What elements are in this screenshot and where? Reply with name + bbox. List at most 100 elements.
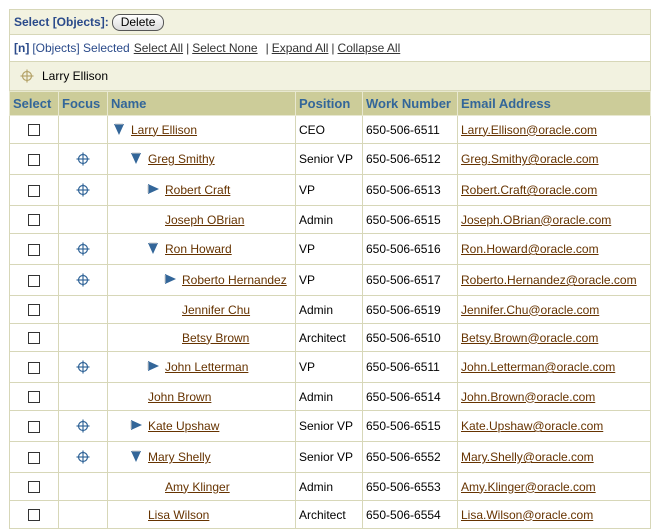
row-work-number-cell: 650-506-6513 <box>362 174 458 206</box>
employee-name-link[interactable]: Kate Upshaw <box>148 419 219 433</box>
email-link[interactable]: Mary.Shelly@oracle.com <box>461 450 594 464</box>
employee-name-link[interactable]: Mary Shelly <box>148 450 211 464</box>
row-select-checkbox[interactable] <box>28 451 40 464</box>
expand-all-link[interactable]: Expand All <box>272 41 329 55</box>
row-select-checkbox[interactable] <box>28 481 40 494</box>
email-link[interactable]: Lisa.Wilson@oracle.com <box>461 508 593 522</box>
row-focus-cell <box>58 174 108 206</box>
selected-text: [Objects] Selected <box>32 41 130 55</box>
row-work-number-cell: 650-506-6515 <box>362 410 458 442</box>
row-select-checkbox[interactable] <box>28 420 40 433</box>
employee-name-link[interactable]: Betsy Brown <box>182 331 249 345</box>
email-link[interactable]: John.Letterman@oracle.com <box>461 360 615 374</box>
employee-name-link[interactable]: Greg Smithy <box>148 152 215 166</box>
collapsed-twisty-icon[interactable] <box>147 360 161 374</box>
employee-name-link[interactable]: Amy Klinger <box>165 480 230 494</box>
row-select-checkbox[interactable] <box>28 153 40 166</box>
focus-crosshair-icon[interactable] <box>76 242 90 256</box>
expanded-twisty-icon[interactable] <box>147 242 161 256</box>
row-select-cell <box>9 174 59 206</box>
table-row: Joseph OBrian Admin 650-506-6515 Joseph.OBr… <box>9 205 651 234</box>
email-link[interactable]: Larry.Ellison@oracle.com <box>461 123 597 137</box>
email-link[interactable]: Kate.Upshaw@oracle.com <box>461 419 603 433</box>
focus-crosshair-icon[interactable] <box>76 183 90 197</box>
table-row: Amy Klinger Admin 650-506-6553 Amy.Klinger@… <box>9 472 651 501</box>
row-position-cell: VP <box>295 264 363 296</box>
table-row: Kate Upshaw Senior VP 650-506-6515 Kate.Ups… <box>9 410 651 442</box>
email-link[interactable]: Joseph.OBrian@oracle.com <box>461 213 611 227</box>
table-row: Larry Ellison CEO 650-506-6511 Larry.Elliso… <box>9 115 651 144</box>
employee-name-link[interactable]: Ron Howard <box>165 242 232 256</box>
row-select-cell <box>9 143 59 175</box>
row-select-cell <box>9 233 59 265</box>
row-focus-cell <box>58 323 108 352</box>
expanded-twisty-icon[interactable] <box>113 123 127 137</box>
separator: | <box>331 41 335 55</box>
email-link[interactable]: John.Brown@oracle.com <box>461 390 595 404</box>
employee-name-link[interactable]: Larry Ellison <box>131 123 197 137</box>
focus-crosshair-icon[interactable] <box>20 69 34 83</box>
focus-crosshair-icon[interactable] <box>76 152 90 166</box>
row-select-checkbox[interactable] <box>28 214 40 227</box>
email-link[interactable]: Ron.Howard@oracle.com <box>461 242 599 256</box>
row-select-checkbox[interactable] <box>28 184 40 197</box>
row-select-checkbox[interactable] <box>28 274 40 287</box>
employee-name-link[interactable]: Robert Craft <box>165 183 230 197</box>
row-work-number-cell: 650-506-6517 <box>362 264 458 296</box>
expanded-twisty-icon[interactable] <box>130 450 144 464</box>
row-position-cell: Senior VP <box>295 410 363 442</box>
row-position-cell: VP <box>295 351 363 383</box>
row-name-cell: John Brown <box>107 382 296 411</box>
row-name-cell: Kate Upshaw <box>107 410 296 442</box>
employee-name-link[interactable]: Joseph OBrian <box>165 213 244 227</box>
email-link[interactable]: Roberto.Hernandez@oracle.com <box>461 273 637 287</box>
focus-crosshair-icon[interactable] <box>76 419 90 433</box>
row-select-checkbox[interactable] <box>28 391 40 404</box>
row-focus-cell <box>58 264 108 296</box>
employee-name-link[interactable]: John Brown <box>148 390 211 404</box>
row-work-number-cell: 650-506-6515 <box>362 205 458 234</box>
employee-name-link[interactable]: Roberto Hernandez <box>182 273 287 287</box>
row-focus-cell <box>58 295 108 324</box>
row-email-cell: Joseph.OBrian@oracle.com <box>457 205 651 234</box>
collapsed-twisty-icon[interactable] <box>147 183 161 197</box>
row-select-checkbox[interactable] <box>28 332 40 345</box>
email-link[interactable]: Betsy.Brown@oracle.com <box>461 331 598 345</box>
collapse-all-link[interactable]: Collapse All <box>338 41 401 55</box>
select-all-link[interactable]: Select All <box>134 41 183 55</box>
collapsed-twisty-icon[interactable] <box>130 419 144 433</box>
row-select-checkbox[interactable] <box>28 361 40 374</box>
row-focus-cell <box>58 143 108 175</box>
email-link[interactable]: Jennifer.Chu@oracle.com <box>461 303 599 317</box>
email-link[interactable]: Robert.Craft@oracle.com <box>461 183 597 197</box>
expanded-twisty-icon[interactable] <box>130 152 144 166</box>
row-name-cell: Greg Smithy <box>107 143 296 175</box>
email-link[interactable]: Amy.Klinger@oracle.com <box>461 480 596 494</box>
row-email-cell: Mary.Shelly@oracle.com <box>457 441 651 473</box>
row-select-cell <box>9 264 59 296</box>
name-wrap: Mary Shelly <box>111 450 292 464</box>
focus-crosshair-icon[interactable] <box>76 450 90 464</box>
select-none-link[interactable]: Select None <box>192 41 257 55</box>
row-work-number-cell: 650-506-6552 <box>362 441 458 473</box>
row-select-checkbox[interactable] <box>28 304 40 317</box>
focus-crosshair-icon[interactable] <box>76 360 90 374</box>
employee-name-link[interactable]: Jennifer Chu <box>182 303 250 317</box>
row-work-number-cell: 650-506-6511 <box>362 115 458 144</box>
employee-name-link[interactable]: Lisa Wilson <box>148 508 209 522</box>
row-select-checkbox[interactable] <box>28 509 40 522</box>
name-wrap: Lisa Wilson <box>111 508 292 522</box>
focus-crosshair-icon[interactable] <box>76 273 90 287</box>
employee-name-link[interactable]: John Letterman <box>165 360 248 374</box>
row-focus-cell <box>58 233 108 265</box>
collapsed-twisty-icon[interactable] <box>164 273 178 287</box>
row-select-checkbox[interactable] <box>28 243 40 256</box>
row-select-checkbox[interactable] <box>28 124 40 137</box>
email-link[interactable]: Greg.Smithy@oracle.com <box>461 152 599 166</box>
delete-button[interactable]: Delete <box>111 13 165 31</box>
name-wrap: John Letterman <box>111 360 292 374</box>
name-wrap: John Brown <box>111 390 292 404</box>
